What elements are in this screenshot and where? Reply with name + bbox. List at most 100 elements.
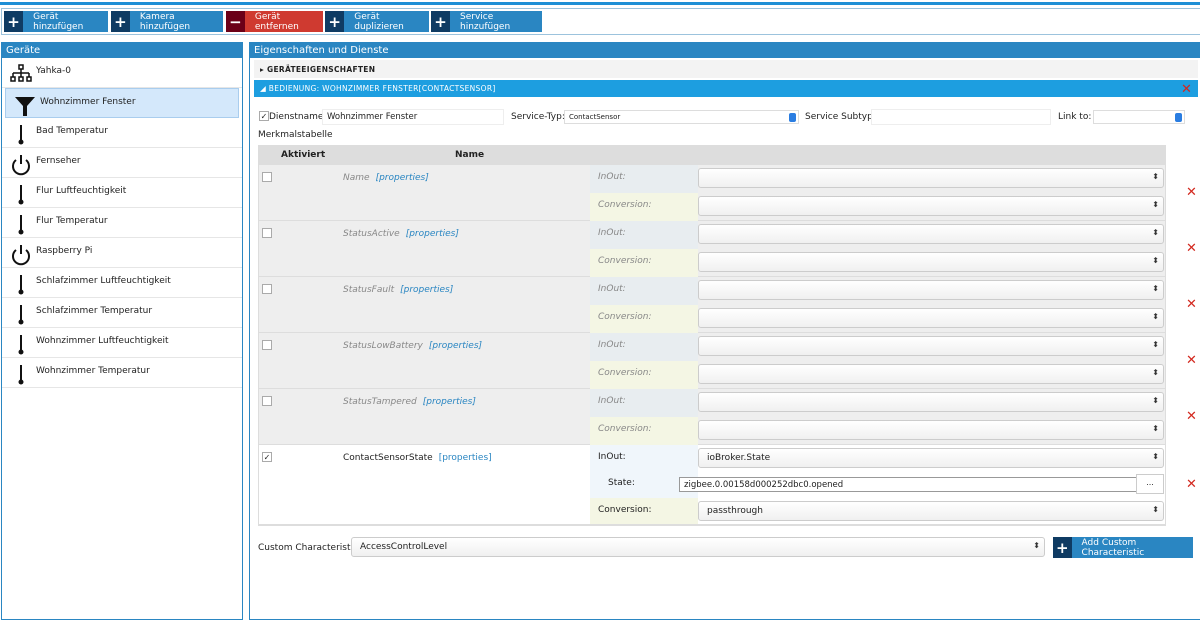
device-label: Wohnzimmer Temperatur [36,366,150,376]
spinner-icon [1175,113,1182,122]
plus-icon: + [325,11,345,32]
device-item[interactable]: Bad Temperatur [2,118,242,148]
minus-icon: − [226,11,245,32]
activate-checkbox[interactable] [262,340,272,350]
conversion-select[interactable] [698,364,1164,384]
activate-checkbox[interactable] [262,228,272,238]
characteristic-name: StatusLowBattery [properties] [343,341,482,351]
thermometer-icon [10,274,32,296]
remove-characteristic-icon[interactable]: ✕ [1186,241,1197,256]
characteristic-name: StatusTampered [properties] [343,397,476,407]
properties-link[interactable]: [properties] [439,453,492,463]
top-accent-line [0,2,1200,5]
state-input[interactable]: zigbee.0.00158d000252dbc0.opened [679,477,1137,492]
device-item[interactable]: Yahka-0 [2,58,242,88]
plus-icon: + [1053,537,1072,558]
device-item[interactable]: Schlafzimmer Temperatur [2,298,242,328]
name: StatusLowBattery [343,341,423,351]
name: StatusFault [343,285,395,295]
custom-characteristic-label: Custom Characteristic [258,543,358,553]
conversion-select[interactable]: passthrough [698,501,1164,521]
activate-checkbox[interactable] [262,396,272,406]
remove-characteristic-icon[interactable]: ✕ [1186,353,1197,368]
device-label: Bad Temperatur [36,126,108,136]
custom-characteristic-select[interactable]: AccessControlLevel [351,537,1045,557]
conversion-select[interactable] [698,420,1164,440]
inout-select[interactable]: ioBroker.State [698,448,1164,468]
duplicate-device-button[interactable]: + Gerät duplizieren [325,11,429,32]
remove-characteristic-icon[interactable]: ✕ [1186,477,1197,492]
remove-device-button[interactable]: − Gerät entfernen [226,11,323,32]
plus-icon: + [431,11,450,32]
link-to-select[interactable] [1093,110,1185,124]
service-subtype-input[interactable] [871,109,1051,125]
conversion-select[interactable] [698,252,1164,272]
table-row: StatusTampered [properties] InOut: Conver… [259,389,1197,445]
remove-characteristic-icon[interactable]: ✕ [1186,409,1197,424]
funnel-icon [14,95,36,117]
add-custom-characteristic-button[interactable]: + Add Custom Characteristic [1053,537,1193,558]
label: Service hinzufügen [460,11,511,32]
device-item[interactable]: Wohnzimmer Fenster [5,88,239,118]
thermometer-icon [10,334,32,356]
inout-select[interactable] [698,392,1164,412]
network-icon [10,64,32,86]
device-item[interactable]: Flur Luftfeuchtigkeit [2,178,242,208]
conversion-select[interactable] [698,308,1164,328]
label: Kamera hinzufügen [139,11,191,32]
service-type-label: Service-Typ: [511,112,565,122]
properties-link[interactable]: [properties] [423,397,476,407]
remove-service-icon[interactable]: ✕ [1181,82,1192,97]
device-item[interactable]: Fernseher [2,148,242,178]
label: Gerät entfernen [254,11,299,32]
inout-select[interactable] [698,168,1164,188]
inout-select[interactable] [698,280,1164,300]
add-service-button[interactable]: + Service hinzufügen [431,11,542,32]
characteristics-table: Aktiviert Name Name [properties] InOut: C… [258,145,1197,526]
properties-link[interactable]: [properties] [429,341,482,351]
remove-characteristic-icon[interactable]: ✕ [1186,185,1197,200]
service-name-input[interactable]: Wohnzimmer Fenster [322,109,504,125]
power-icon [10,244,32,266]
add-device-button[interactable]: + Gerät hinzufügen [4,11,108,32]
device-item[interactable]: Schlafzimmer Luftfeuchtigkeit [2,268,242,298]
properties-link[interactable]: [properties] [406,229,459,239]
name: StatusActive [343,229,400,239]
device-item[interactable]: Wohnzimmer Temperatur [2,358,242,388]
service-enabled-checkbox[interactable]: ✓ [259,111,269,121]
table-row: StatusActive [properties] InOut: Conversi… [259,221,1197,277]
device-item[interactable]: Flur Temperatur [2,208,242,238]
device-item[interactable]: Raspberry Pi [2,238,242,268]
plus-icon: + [111,11,130,32]
inout-select[interactable] [698,336,1164,356]
service-type-select[interactable]: ContactSensor [564,110,799,124]
properties-link[interactable]: [properties] [400,285,453,295]
inout-label: InOut: [590,333,698,361]
inout-label: InOut: [590,165,698,193]
device-item[interactable]: Wohnzimmer Luftfeuchtigkeit [2,328,242,358]
service-name-label: Dienstname: [269,112,327,122]
device-properties-section[interactable]: ▸ GERÄTEEIGENSCHAFTEN [254,60,1198,78]
table-row: StatusFault [properties] InOut: Conversio… [259,277,1197,333]
activate-checkbox[interactable] [262,172,272,182]
name: Name [343,173,370,183]
device-label: Schlafzimmer Luftfeuchtigkeit [36,276,171,286]
conversion-label: Conversion: [590,193,698,221]
state-browse-button[interactable]: ... [1136,474,1164,494]
device-label: Wohnzimmer Luftfeuchtigkeit [36,336,169,346]
device-label: Fernseher [36,156,81,166]
activate-checkbox[interactable] [262,284,272,294]
remove-characteristic-icon[interactable]: ✕ [1186,297,1197,312]
inout-select[interactable] [698,224,1164,244]
label: GERÄTEEIGENSCHAFTEN [266,65,376,74]
thermometer-icon [10,214,32,236]
conversion-label: Conversion: [590,249,698,277]
device-label: Flur Temperatur [36,216,108,226]
service-section-header[interactable]: ◢ BEDIENUNG: WOHNZIMMER FENSTER[CONTACTS… [254,80,1198,97]
table-row: StatusLowBattery [properties] InOut: Conv… [259,333,1197,389]
conversion-select[interactable] [698,196,1164,216]
properties-link[interactable]: [properties] [376,173,429,183]
activate-checkbox[interactable]: ✓ [262,452,272,462]
add-camera-button[interactable]: + Kamera hinzufügen [111,11,223,32]
thermometer-icon [10,304,32,326]
